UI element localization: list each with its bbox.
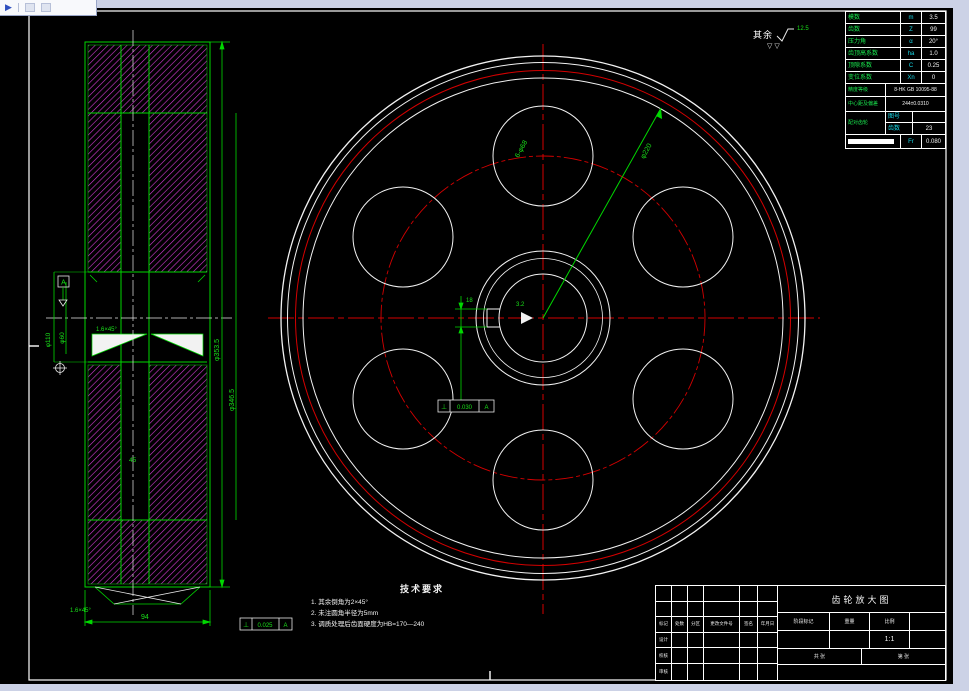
- table-row-center-distance: 中心距及偏差 244±0.0310: [846, 97, 945, 112]
- mate-value: 23: [925, 125, 933, 132]
- play-triangle-icon[interactable]: ▶: [5, 3, 12, 12]
- tech-req-item: 2. 未注圆角半径为5mm: [311, 610, 379, 617]
- gear-parameter-table: 模数 m 3.5 齿数 Z 99 压力角 α 20° 齿顶高系数 ha 1.0 …: [845, 11, 946, 149]
- roughness-check-icon: [776, 28, 795, 42]
- svg-text:0.025: 0.025: [257, 623, 273, 629]
- tech-req-item: 1. 其余倒角为2×45°: [311, 599, 368, 606]
- stage-label: 阶段标记: [778, 613, 830, 630]
- pitch-diameter-label: φ346.5: [229, 389, 236, 411]
- tech-req-title: 技术要求: [399, 584, 444, 594]
- table-row: 模数 m 3.5: [846, 12, 945, 24]
- accuracy-value: 8-HK GB 10095-88: [894, 86, 937, 93]
- qiyu-text: 其余: [753, 30, 774, 40]
- runout-symbol: Fr: [901, 135, 922, 148]
- param-value: 3.5: [929, 14, 938, 21]
- rev-col: 更改文件号: [704, 617, 740, 632]
- param-value: 0: [931, 74, 936, 81]
- scale-label: 比例: [870, 613, 910, 630]
- center-distance-value: 244±0.0310: [902, 100, 929, 107]
- table-row-runout: Fr 0.080: [846, 135, 945, 148]
- sheet-total: 共 张: [778, 649, 862, 664]
- web-width-label: 45: [129, 457, 137, 464]
- dim-94-label: 94: [141, 614, 149, 621]
- rev-col: 签名: [740, 617, 758, 632]
- svg-text:0.030: 0.030: [457, 405, 473, 411]
- param-label: 齿顶高系数: [846, 48, 901, 59]
- app-toolbar-fragment: ▶: [0, 0, 97, 16]
- table-row: 顶隙系数 C 0.25: [846, 60, 945, 72]
- mate-key: 齿数: [886, 123, 913, 134]
- sheet-number: 第 张: [897, 654, 910, 660]
- toolbar-button[interactable]: [24, 3, 35, 12]
- param-symbol: C: [901, 60, 922, 71]
- mate-key: 图号: [886, 112, 913, 122]
- param-label: 顶隙系数: [846, 60, 901, 71]
- tip-diameter-label: φ353.5: [214, 339, 221, 361]
- drawing-title: 齿轮放大图: [778, 586, 945, 613]
- role-label: 设计: [656, 632, 672, 648]
- scale-value: 1:1: [870, 631, 910, 648]
- technical-requirements: 技术要求 1. 其余倒角为2×45° 2. 未注圆角半径为5mm 3. 调质处理…: [303, 582, 541, 630]
- chamfer-mid-label: 1.6×45°: [96, 327, 118, 333]
- bore-roughness-label: 3.2: [516, 302, 525, 308]
- weight-label: 重量: [830, 613, 870, 630]
- table-row: 压力角 α 20°: [846, 36, 945, 48]
- param-label: 齿数: [846, 24, 901, 35]
- tolerance-frame-left: ⊥ 0.025 A: [239, 617, 293, 631]
- revision-table: 标记 处数 分区 更改文件号 签名 年月日 设计 校核 审核: [656, 586, 778, 680]
- rev-col: 年月日: [760, 621, 775, 627]
- runout-value: 0.080: [925, 138, 941, 145]
- table-row: 变位系数 Xn 0: [846, 72, 945, 84]
- param-label: 压力角: [846, 36, 901, 47]
- tolerance-frame-front: ⊥ 0.030 A: [437, 399, 495, 413]
- highlight-bar: [848, 139, 894, 144]
- svg-text:A: A: [283, 623, 287, 629]
- mating-gear-label: 配对齿轮: [846, 112, 886, 134]
- param-label: 模数: [846, 12, 901, 23]
- roughness-value: 12.5: [797, 26, 809, 32]
- param-value: 99: [930, 26, 937, 33]
- keyway-width-label: 18: [466, 298, 473, 304]
- bore-diameter-label: φ60: [59, 332, 66, 344]
- chamfer-bottom-label: 1.6×45°: [70, 608, 92, 614]
- role-label: 审核: [656, 663, 672, 680]
- tech-req-item: 3. 调质处理后齿面硬度为HB=170—240: [311, 621, 425, 628]
- title-block-right: 齿轮放大图 阶段标记 重量 比例 1:1 共 张 第 张: [778, 586, 945, 680]
- table-row-accuracy: 精度等级 8-HK GB 10095-88: [846, 84, 945, 97]
- center-distance-label: 中心距及偏差: [846, 97, 886, 111]
- surface-roughness-note: 其余 12.5 ▽▽: [753, 26, 809, 50]
- roughness-triangle-marks: ▽▽: [767, 43, 782, 50]
- hub-diameter-label: φ110: [45, 332, 52, 347]
- rev-col: 处数: [672, 617, 688, 632]
- param-symbol: α: [901, 36, 922, 47]
- accuracy-label: 精度等级: [846, 84, 886, 96]
- highlight-cell: [846, 135, 901, 148]
- svg-text:⊥: ⊥: [441, 404, 447, 411]
- param-symbol: Xn: [901, 72, 922, 83]
- toolbar-separator: [17, 3, 19, 12]
- svg-text:A: A: [61, 280, 66, 287]
- table-row: 齿数 Z 99: [846, 24, 945, 36]
- title-block: 标记 处数 分区 更改文件号 签名 年月日 设计 校核 审核 齿轮放大图 阶段标…: [655, 585, 946, 681]
- table-row-mating-gear: 配对齿轮 图号 齿数 23: [846, 112, 945, 135]
- revision-header-row: 标记 处数 分区 更改文件号 签名 年月日: [656, 617, 777, 633]
- param-value: 1.0: [929, 50, 938, 57]
- svg-text:A: A: [484, 405, 488, 411]
- param-value: 20°: [928, 38, 939, 45]
- table-row: 齿顶高系数 ha 1.0: [846, 48, 945, 60]
- rev-col: 标记: [656, 617, 672, 632]
- rev-col: 分区: [688, 617, 704, 632]
- role-label: 校核: [656, 648, 672, 663]
- param-label: 变位系数: [846, 72, 901, 83]
- param-symbol: ha: [901, 48, 922, 59]
- toolbar-button[interactable]: [40, 3, 51, 12]
- mate-value: [913, 112, 945, 122]
- param-symbol: Z: [901, 24, 922, 35]
- svg-text:⊥: ⊥: [243, 622, 249, 629]
- param-value: 0.25: [927, 62, 940, 69]
- param-symbol: m: [901, 12, 922, 23]
